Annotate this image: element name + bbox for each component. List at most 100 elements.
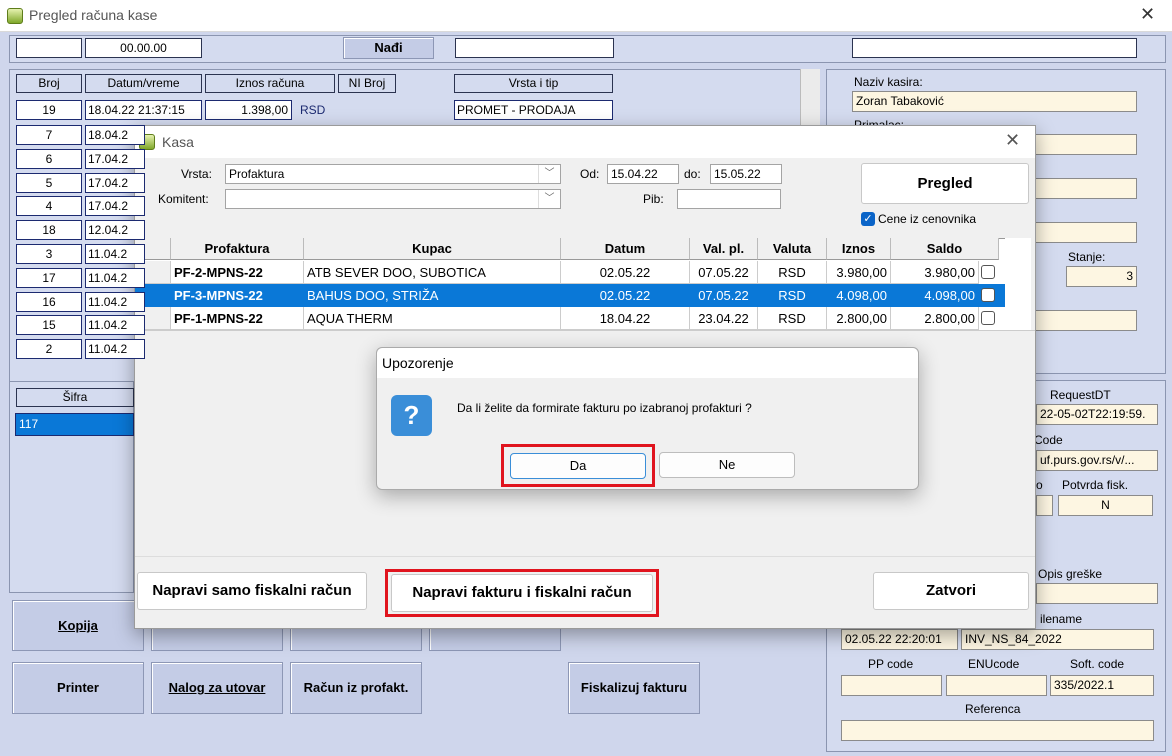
grid-row[interactable]: PF-1-MPNS-22 AQUA THERM 18.04.22 23.04.22 RS… <box>135 307 1028 330</box>
sifra-selected-row[interactable]: 117 <box>15 413 134 436</box>
grid-col-header[interactable]: Kupac <box>304 238 561 260</box>
list-row-broj[interactable]: 7 <box>16 125 82 145</box>
racun-button[interactable]: Račun iz profakt. <box>290 662 422 714</box>
cene-checkbox[interactable]: ✓ <box>861 212 875 226</box>
requestdt-field[interactable]: 22-05-02T22:19:59. <box>1036 404 1158 425</box>
code-field[interactable]: uf.purs.gov.rs/v/... <box>1036 450 1158 471</box>
grid-cell[interactable]: PF-1-MPNS-22 <box>171 307 304 330</box>
o-field[interactable] <box>1036 495 1053 516</box>
search-field-2[interactable] <box>455 38 614 58</box>
filename-date-field[interactable]: 02.05.22 22:20:01 <box>841 629 958 650</box>
grid-cell[interactable]: 3.980,00 <box>891 261 979 284</box>
list-row-datum[interactable]: 17.04.2 <box>85 196 145 217</box>
list-row-datum[interactable]: 17.04.2 <box>85 148 145 169</box>
list-row-broj[interactable]: 15 <box>16 315 82 336</box>
grid-cell[interactable]: 18.04.22 <box>561 307 690 330</box>
search-field-3[interactable] <box>852 38 1137 58</box>
no-button[interactable]: Ne <box>659 452 795 478</box>
grid-cell[interactable]: 23.04.22 <box>690 307 758 330</box>
fiskalni-button[interactable]: Napravi samo fiskalni račun <box>137 572 367 610</box>
close-icon[interactable]: ✕ <box>1140 4 1155 25</box>
grid-row-checkbox[interactable] <box>981 265 995 279</box>
vrsta-value: Profaktura <box>229 167 285 181</box>
search-field-1[interactable] <box>16 38 82 58</box>
nalog-button[interactable]: Nalog za utovar <box>151 662 283 714</box>
grid-col-header[interactable]: Iznos <box>827 238 891 260</box>
grid-cell[interactable]: 02.05.22 <box>561 284 690 307</box>
list-datum[interactable]: 18.04.22 21:37:15 <box>85 100 202 120</box>
grid-row[interactable]: PF-3-MPNS-22 BAHUS DOO, STRIŽA 02.05.22 07.… <box>135 284 1028 307</box>
grid-cell[interactable]: PF-2-MPNS-22 <box>171 261 304 284</box>
list-row-broj[interactable]: 16 <box>16 291 82 312</box>
faktura-button[interactable]: Napravi fakturu i fiskalni račun <box>391 574 653 612</box>
grid-row-checkbox[interactable] <box>981 288 995 302</box>
do-field[interactable]: 15.05.22 <box>710 164 782 184</box>
list-row-broj[interactable]: 3 <box>16 244 82 264</box>
list-iznos[interactable]: 1.398,00 <box>205 100 292 120</box>
filename-field[interactable]: INV_NS_84_2022 <box>961 629 1154 650</box>
list-row-broj[interactable]: 5 <box>16 172 82 193</box>
enu-field[interactable] <box>946 675 1047 696</box>
kopija-button[interactable]: Kopija <box>12 600 144 651</box>
pp-field[interactable] <box>841 675 942 696</box>
grid-cell[interactable]: BAHUS DOO, STRIŽA <box>304 284 561 307</box>
kasa-close-icon[interactable]: ✕ <box>1005 130 1020 151</box>
chevron-down-icon[interactable]: ﹀ <box>538 165 560 183</box>
soft-field[interactable]: 335/2022.1 <box>1050 675 1154 696</box>
grid-cell[interactable]: ATB SEVER DOO, SUBOTICA <box>304 261 561 284</box>
grid-cell[interactable]: PF-3-MPNS-22 <box>171 284 304 307</box>
find-button[interactable]: Nađi <box>343 37 434 59</box>
grid-col-header[interactable]: Val. pl. <box>690 238 758 260</box>
opis-field[interactable] <box>1036 583 1158 604</box>
yes-button[interactable]: Da <box>510 453 646 479</box>
list-row-broj[interactable]: 6 <box>16 148 82 169</box>
grid-col-header[interactable]: Datum <box>561 238 690 260</box>
chevron-down-icon[interactable]: ﹀ <box>538 190 560 208</box>
grid-cell[interactable]: 4.098,00 <box>827 284 891 307</box>
grid-col-header[interactable]: Valuta <box>758 238 827 260</box>
grid-cell[interactable]: 2.800,00 <box>827 307 891 330</box>
list-row-broj[interactable]: 2 <box>16 339 82 360</box>
od-label: Od: <box>580 167 600 181</box>
grid-col-header[interactable]: Profaktura <box>171 238 304 260</box>
potvrda-field[interactable]: N <box>1058 495 1153 516</box>
list-row-datum[interactable]: 11.04.2 <box>85 267 145 288</box>
list-broj[interactable]: 19 <box>16 100 82 120</box>
grid-cell[interactable]: RSD <box>758 261 827 284</box>
grid-cell[interactable]: 07.05.22 <box>690 261 758 284</box>
pregled-button[interactable]: Pregled <box>861 163 1029 204</box>
list-row-broj[interactable]: 18 <box>16 220 82 241</box>
list-row-datum[interactable]: 11.04.2 <box>85 339 145 360</box>
grid-row[interactable]: PF-2-MPNS-22 ATB SEVER DOO, SUBOTICA 02.05… <box>135 261 1028 284</box>
grid-cell[interactable]: RSD <box>758 307 827 330</box>
grid-cell[interactable]: 3.980,00 <box>827 261 891 284</box>
list-row-datum[interactable]: 12.04.2 <box>85 220 145 241</box>
list-vrsta[interactable]: PROMET - PRODAJA <box>454 100 613 120</box>
zatvori-button[interactable]: Zatvori <box>873 572 1029 610</box>
komitent-combo[interactable]: ﹀ <box>225 189 561 209</box>
grid-cell[interactable]: 07.05.22 <box>690 284 758 307</box>
grid-row-checkbox[interactable] <box>981 311 995 325</box>
grid-cell[interactable]: 02.05.22 <box>561 261 690 284</box>
list-row-datum[interactable]: 11.04.2 <box>85 244 145 264</box>
list-row-datum[interactable]: 11.04.2 <box>85 315 145 336</box>
fiskalizuj-button[interactable]: Fiskalizuj fakturu <box>568 662 700 714</box>
grid-cell[interactable]: RSD <box>758 284 827 307</box>
vrsta-combo[interactable]: Profaktura ﹀ <box>225 164 561 184</box>
grid-cell[interactable]: AQUA THERM <box>304 307 561 330</box>
stanje-field[interactable]: 3 <box>1066 266 1137 287</box>
vrsta-label: Vrsta: <box>181 167 212 181</box>
od-field[interactable]: 15.04.22 <box>607 164 679 184</box>
printer-button[interactable]: Printer <box>12 662 144 714</box>
list-row-datum[interactable]: 11.04.2 <box>85 291 145 312</box>
list-row-broj[interactable]: 4 <box>16 196 82 217</box>
pib-field[interactable] <box>677 189 781 209</box>
list-row-datum[interactable]: 18.04.2 <box>85 125 145 145</box>
naziv-field[interactable]: Zoran Tabaković <box>852 91 1137 112</box>
ref-field[interactable] <box>841 720 1154 741</box>
grid-cell[interactable]: 2.800,00 <box>891 307 979 330</box>
date-field[interactable]: 00.00.00 <box>85 38 202 58</box>
grid-cell[interactable]: 4.098,00 <box>891 284 979 307</box>
list-row-broj[interactable]: 17 <box>16 267 82 288</box>
list-row-datum[interactable]: 17.04.2 <box>85 172 145 193</box>
